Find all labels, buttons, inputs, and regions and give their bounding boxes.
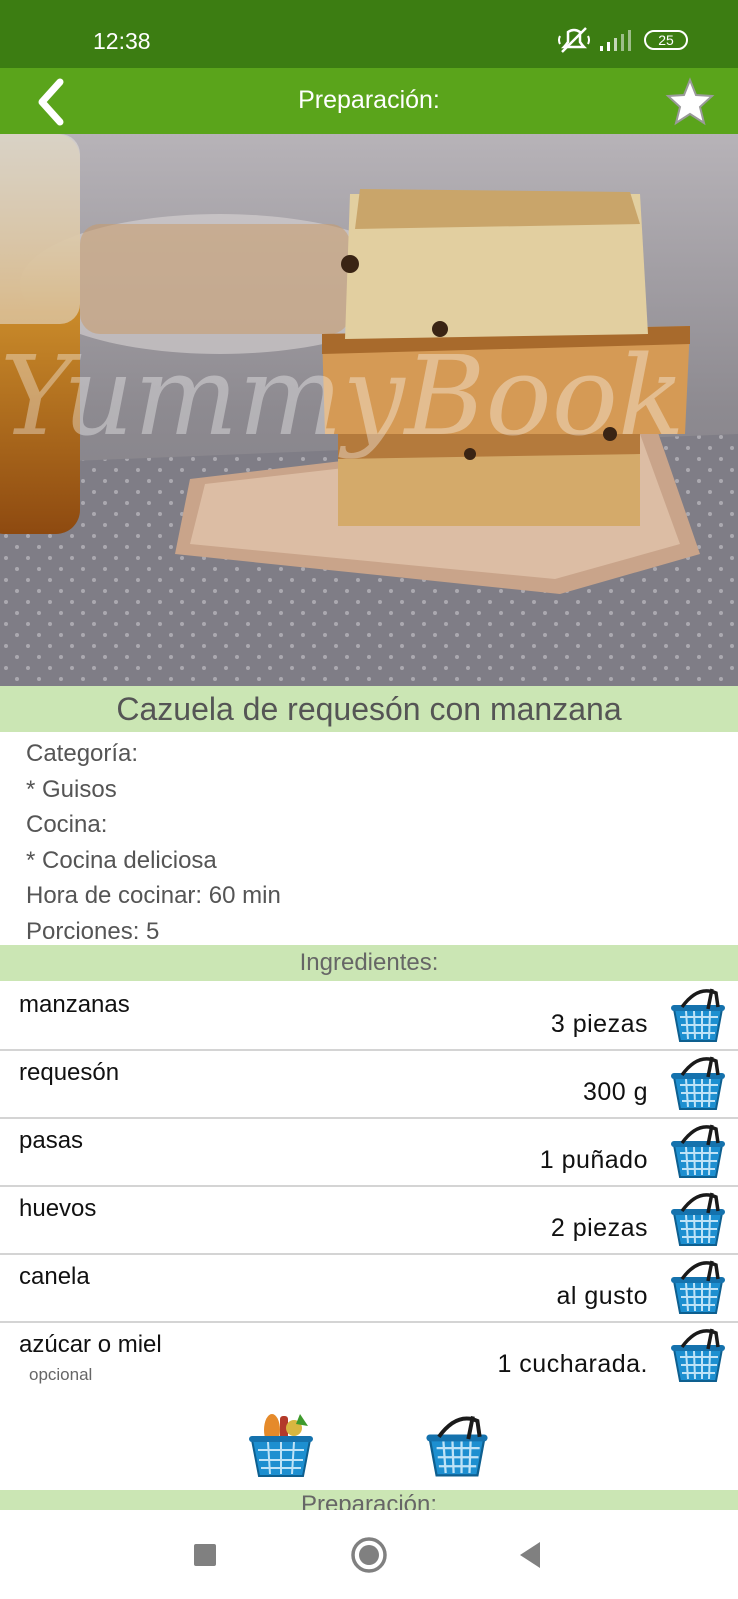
ingredient-qty: 1 cucharada. (497, 1350, 648, 1378)
recents-square-icon[interactable] (182, 1532, 228, 1578)
back-triangle-icon[interactable] (508, 1532, 554, 1578)
recipe-title: Cazuela de requesón con manzana (0, 686, 738, 732)
ingredient-row: azúcar o miel opcional 1 cucharada. (0, 1323, 738, 1391)
ingredient-qty: 3 piezas (550, 1010, 648, 1038)
ingredient-note: opcional (29, 1365, 93, 1384)
mute-vibrate-icon (558, 27, 590, 53)
status-icons: 25 (558, 26, 688, 54)
ingredient-row: canela al gusto (0, 1255, 738, 1323)
status-time: 12:38 (93, 28, 151, 54)
ingredients-header: Ingredientes: (0, 945, 738, 981)
app-bar-title: Preparación: (298, 86, 440, 114)
ingredient-name: manzanas (19, 991, 130, 1018)
add-to-basket-icon[interactable] (668, 987, 728, 1045)
ingredient-name: huevos (19, 1195, 97, 1222)
add-to-basket-icon[interactable] (668, 1123, 728, 1181)
ingredient-name: pasas (19, 1127, 84, 1154)
add-to-basket-icon[interactable] (668, 1327, 728, 1385)
battery-icon: 25 (644, 30, 688, 50)
cuisine-label: Cocina: (26, 811, 108, 838)
home-circle-icon[interactable] (346, 1532, 392, 1578)
add-to-basket-icon[interactable] (668, 1259, 728, 1317)
cuisine-value: * Cocina deliciosa (26, 846, 217, 874)
full-grocery-basket-icon[interactable] (246, 1410, 316, 1480)
app-bar: Preparación: (0, 68, 738, 134)
recipe-photo-illustration: YummyBook (0, 134, 738, 686)
ingredient-name: requesón (19, 1059, 120, 1086)
ingredient-name: canela (19, 1263, 90, 1290)
recipe-meta: Categoría: * Guisos Cocina: * Cocina del… (26, 736, 281, 949)
preparation-header: Preparación: (0, 1490, 738, 1510)
category-value: * Guisos (26, 775, 117, 803)
cook-time: Hora de cocinar: 60 min (26, 882, 281, 909)
status-bar: 12:38 25 (0, 0, 738, 68)
add-to-basket-icon[interactable] (668, 1055, 728, 1113)
servings: Porciones: 5 (26, 917, 160, 945)
signal-icon (600, 30, 631, 51)
category-label: Categoría: (26, 740, 139, 767)
ingredient-qty: 1 puñado (539, 1146, 648, 1174)
basket-icon[interactable] (423, 1414, 491, 1480)
ingredient-row: requesón 300 g (0, 1051, 738, 1119)
system-nav-bar (0, 1510, 738, 1599)
recipe-photo: YummyBook (0, 134, 738, 686)
ingredient-row: pasas 1 puñado (0, 1119, 738, 1187)
add-to-basket-icon[interactable] (668, 1191, 728, 1249)
ingredient-qty: al gusto (556, 1282, 648, 1310)
ingredient-row: huevos 2 piezas (0, 1187, 738, 1255)
ingredients-list: manzanas 3 piezas requesón 300 g pasas 1… (0, 983, 738, 1391)
ingredient-name: azúcar o miel (19, 1331, 162, 1358)
favorite-star-icon[interactable] (664, 76, 716, 128)
watermark-text: YummyBook (0, 332, 685, 460)
ingredient-row: manzanas 3 piezas (0, 983, 738, 1051)
ingredient-qty: 2 piezas (550, 1214, 648, 1242)
ingredient-qty: 300 g (582, 1078, 648, 1106)
